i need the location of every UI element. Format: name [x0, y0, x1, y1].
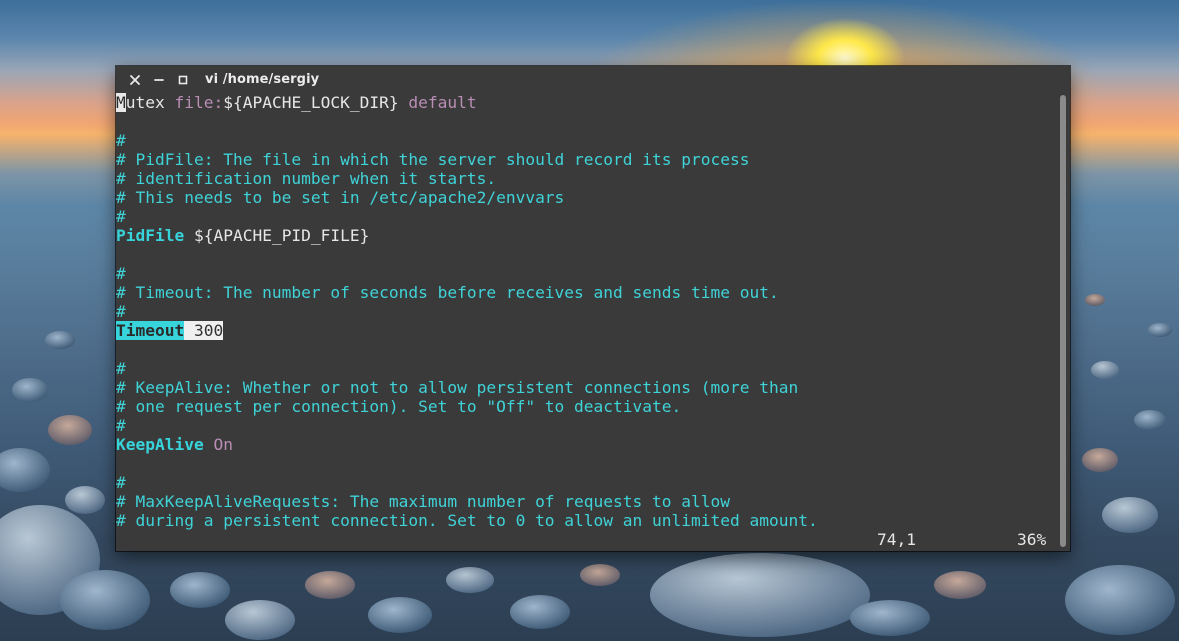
maximize-button[interactable]: [171, 66, 195, 93]
minimize-button[interactable]: [147, 66, 171, 93]
file-percent: 36%: [1017, 530, 1047, 549]
comment-line: # PidFile: The file in which the server …: [116, 150, 750, 169]
directive-line: PidFile ${APACHE_PID_FILE}: [116, 226, 369, 245]
terminal-window: vi /home/sergiy Mutex file:${APACHE_LOCK…: [116, 66, 1070, 551]
directive-keyword: KeepAlive: [116, 435, 204, 454]
close-button[interactable]: [123, 66, 147, 93]
directive-keyword: PidFile: [116, 226, 185, 245]
directive-line: KeepAlive On: [116, 435, 233, 454]
comment-line: #: [116, 131, 126, 150]
text-cursor: M: [116, 93, 126, 112]
comment-line: # one request per connection). Set to "O…: [116, 397, 682, 416]
comment-line: #: [116, 302, 126, 321]
comment-line: # during a persistent connection. Set to…: [116, 511, 818, 530]
directive-value: On: [213, 435, 233, 454]
window-titlebar[interactable]: vi /home/sergiy: [116, 66, 1070, 93]
comment-line: # MaxKeepAliveRequests: The maximum numb…: [116, 492, 730, 511]
minimize-icon: [154, 78, 164, 81]
search-match-value: 300: [184, 321, 224, 340]
comment-line: #: [116, 359, 126, 378]
comment-line: #: [116, 264, 126, 283]
cursor-position: 74,1: [877, 530, 916, 549]
comment-line: # KeepAlive: Whether or not to allow per…: [116, 378, 799, 397]
scrollbar-thumb[interactable]: [1060, 95, 1066, 547]
vertical-scrollbar[interactable]: [1056, 93, 1070, 551]
vi-editor-buffer[interactable]: Mutex file:${APACHE_LOCK_DIR} default # …: [116, 93, 1056, 551]
buffer-line: Mutex file:${APACHE_LOCK_DIR} default: [116, 93, 477, 112]
comment-line: #: [116, 473, 126, 492]
search-match-keyword: Timeout: [116, 321, 185, 340]
close-icon: [130, 74, 140, 85]
comment-line: #: [116, 207, 126, 226]
comment-line: # identification number when it starts.: [116, 169, 497, 188]
window-title: vi /home/sergiy: [205, 72, 320, 87]
comment-line: # This needs to be set in /etc/apache2/e…: [116, 188, 565, 207]
maximize-icon: [178, 75, 188, 84]
directive-line-highlighted: Timeout 300: [116, 321, 224, 340]
directive-value: ${APACHE_PID_FILE}: [184, 226, 370, 245]
comment-line: #: [116, 416, 126, 435]
comment-line: # Timeout: The number of seconds before …: [116, 283, 779, 302]
